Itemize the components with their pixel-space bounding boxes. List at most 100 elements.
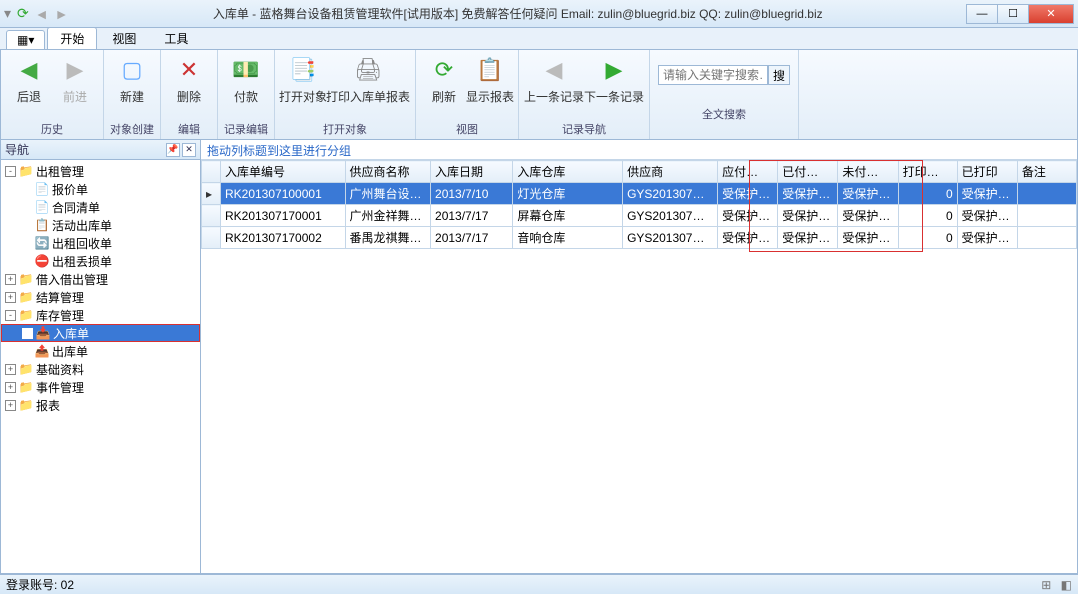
tab-tools[interactable]: 工具 bbox=[151, 27, 201, 49]
col-header[interactable]: 应付… bbox=[718, 161, 778, 183]
tree-item[interactable]: 📤出库单 bbox=[1, 342, 200, 360]
col-header[interactable]: 备注 bbox=[1017, 161, 1076, 183]
row-indicator: ▸ bbox=[202, 183, 221, 205]
money-icon: 💵 bbox=[230, 54, 262, 86]
col-header[interactable]: 供应商名称 bbox=[345, 161, 431, 183]
cell: 2013/7/17 bbox=[431, 205, 513, 227]
table-row[interactable]: RK201307170001广州金祥舞…2013/7/17屏幕仓库GYS2013… bbox=[202, 205, 1077, 227]
cell: 灯光仓库 bbox=[513, 183, 623, 205]
group-record-nav: ◀上一条记录 ▶下一条记录 记录导航 bbox=[519, 50, 650, 139]
status-icon-1[interactable]: ⊞ bbox=[1041, 578, 1051, 592]
delete-button[interactable]: ✕删除 bbox=[167, 52, 211, 120]
tree-icon: 📤 bbox=[34, 344, 50, 358]
col-header[interactable]: 未付… bbox=[838, 161, 898, 183]
back-small-icon[interactable]: ◄ bbox=[35, 6, 49, 22]
nav-pins: 📌 ✕ bbox=[166, 143, 196, 157]
tree-label: 借入借出管理 bbox=[36, 271, 108, 288]
pay-button[interactable]: 💵付款 bbox=[224, 52, 268, 120]
expand-icon bbox=[21, 346, 32, 357]
expand-icon[interactable]: - bbox=[5, 310, 16, 321]
tree-item[interactable]: ⛔出租丢损单 bbox=[1, 252, 200, 270]
status-bar: 登录账号: 02 ⊞ ◧ bbox=[0, 574, 1078, 594]
group-history: ◀后退 ▶前进 历史 bbox=[1, 50, 104, 139]
data-grid[interactable]: 入库单编号供应商名称入库日期入库仓库供应商应付…已付…未付…打印…已打印备注▸R… bbox=[201, 160, 1077, 573]
col-header[interactable]: 入库仓库 bbox=[513, 161, 623, 183]
tree-item[interactable]: 🔄出租回收单 bbox=[1, 234, 200, 252]
expand-icon[interactable]: + bbox=[5, 292, 16, 303]
tree-item[interactable]: +📁结算管理 bbox=[1, 288, 200, 306]
tree-item[interactable]: +📁基础资料 bbox=[1, 360, 200, 378]
cell: GYS201307… bbox=[623, 183, 718, 205]
expand-icon[interactable]: + bbox=[5, 274, 16, 285]
cell: GYS201307… bbox=[623, 227, 718, 249]
ribbon-tabstrip: ▦▾ 开始 视图 工具 bbox=[0, 28, 1078, 50]
status-icon-2[interactable]: ◧ bbox=[1061, 578, 1072, 592]
minimize-button[interactable]: — bbox=[966, 4, 998, 24]
tree-label: 报表 bbox=[36, 397, 60, 414]
cell: 受保护… bbox=[718, 205, 778, 227]
status-account: 登录账号: 02 bbox=[6, 576, 74, 593]
cell: 受保护… bbox=[838, 183, 898, 205]
new-button[interactable]: ▢新建 bbox=[110, 52, 154, 120]
next-record-button[interactable]: ▶下一条记录 bbox=[585, 52, 643, 120]
table-row[interactable]: RK201307170002番禺龙祺舞…2013/7/17音响仓库GYS2013… bbox=[202, 227, 1077, 249]
cell: 受保护… bbox=[778, 227, 838, 249]
nav-header: 导航 📌 ✕ bbox=[1, 140, 200, 160]
forward-button[interactable]: ▶前进 bbox=[53, 52, 97, 120]
qa-dropdown-icon[interactable]: ▾ bbox=[4, 5, 11, 22]
tree-item[interactable]: +📁事件管理 bbox=[1, 378, 200, 396]
tree-item[interactable]: 📄报价单 bbox=[1, 180, 200, 198]
tree-item[interactable]: +📁报表 bbox=[1, 396, 200, 414]
tree-icon: 🔄 bbox=[34, 236, 50, 250]
group-edit: ✕删除 编辑 bbox=[161, 50, 218, 139]
tree-item[interactable]: -📁出租管理 bbox=[1, 162, 200, 180]
refresh-button[interactable]: ⟳刷新 bbox=[422, 52, 466, 120]
pin-icon[interactable]: 📌 bbox=[166, 143, 180, 157]
tab-view[interactable]: 视图 bbox=[99, 27, 149, 49]
col-header[interactable]: 打印… bbox=[898, 161, 957, 183]
prev-record-button[interactable]: ◀上一条记录 bbox=[525, 52, 583, 120]
tree-item[interactable]: 📥入库单 bbox=[1, 324, 200, 342]
table-row[interactable]: ▸RK201307100001广州舞台设…2013/7/10灯光仓库GYS201… bbox=[202, 183, 1077, 205]
expand-icon bbox=[21, 220, 32, 231]
expand-icon[interactable]: - bbox=[5, 166, 16, 177]
file-menu-button[interactable]: ▦▾ bbox=[6, 30, 45, 49]
tree-item[interactable]: +📁借入借出管理 bbox=[1, 270, 200, 288]
search-button[interactable]: 搜 bbox=[768, 65, 790, 85]
close-button[interactable]: ✕ bbox=[1028, 4, 1074, 24]
tree-item[interactable]: 📄合同清单 bbox=[1, 198, 200, 216]
col-header[interactable]: 供应商 bbox=[623, 161, 718, 183]
col-header[interactable]: 入库日期 bbox=[431, 161, 513, 183]
tree-icon: 📁 bbox=[18, 362, 34, 376]
expand-icon[interactable]: + bbox=[5, 382, 16, 393]
prev-icon: ◀ bbox=[538, 54, 570, 86]
col-header[interactable]: 已付… bbox=[778, 161, 838, 183]
cell: 受保护… bbox=[778, 205, 838, 227]
tree-icon: 📁 bbox=[18, 380, 34, 394]
cell: 0 bbox=[898, 227, 957, 249]
expand-icon bbox=[21, 184, 32, 195]
expand-icon bbox=[21, 202, 32, 213]
tab-start[interactable]: 开始 bbox=[47, 27, 97, 49]
status-icons: ⊞ ◧ bbox=[1035, 578, 1072, 592]
expand-icon[interactable]: + bbox=[5, 400, 16, 411]
tree-label: 出租管理 bbox=[36, 163, 84, 180]
show-report-button[interactable]: 📋显示报表 bbox=[468, 52, 512, 120]
tree-item[interactable]: 📋活动出库单 bbox=[1, 216, 200, 234]
open-object-button[interactable]: 📑打开对象 bbox=[281, 52, 325, 120]
back-button[interactable]: ◀后退 bbox=[7, 52, 51, 120]
tree-item[interactable]: -📁库存管理 bbox=[1, 306, 200, 324]
print-report-button[interactable]: 🖨打印入库单报表 bbox=[327, 52, 409, 120]
maximize-button[interactable]: ☐ bbox=[997, 4, 1029, 24]
tree-label: 出租丢损单 bbox=[52, 253, 112, 270]
col-header[interactable]: 入库单编号 bbox=[220, 161, 345, 183]
cell: 受保护… bbox=[838, 205, 898, 227]
forward-small-icon[interactable]: ► bbox=[55, 6, 69, 22]
nav-close-icon[interactable]: ✕ bbox=[182, 143, 196, 157]
col-header[interactable]: 已打印 bbox=[957, 161, 1017, 183]
expand-icon[interactable]: + bbox=[5, 364, 16, 375]
tree-label: 库存管理 bbox=[36, 307, 84, 324]
refresh-icon[interactable]: ⟳ bbox=[17, 5, 29, 22]
search-input[interactable] bbox=[658, 65, 768, 85]
cell: 受保护… bbox=[838, 227, 898, 249]
